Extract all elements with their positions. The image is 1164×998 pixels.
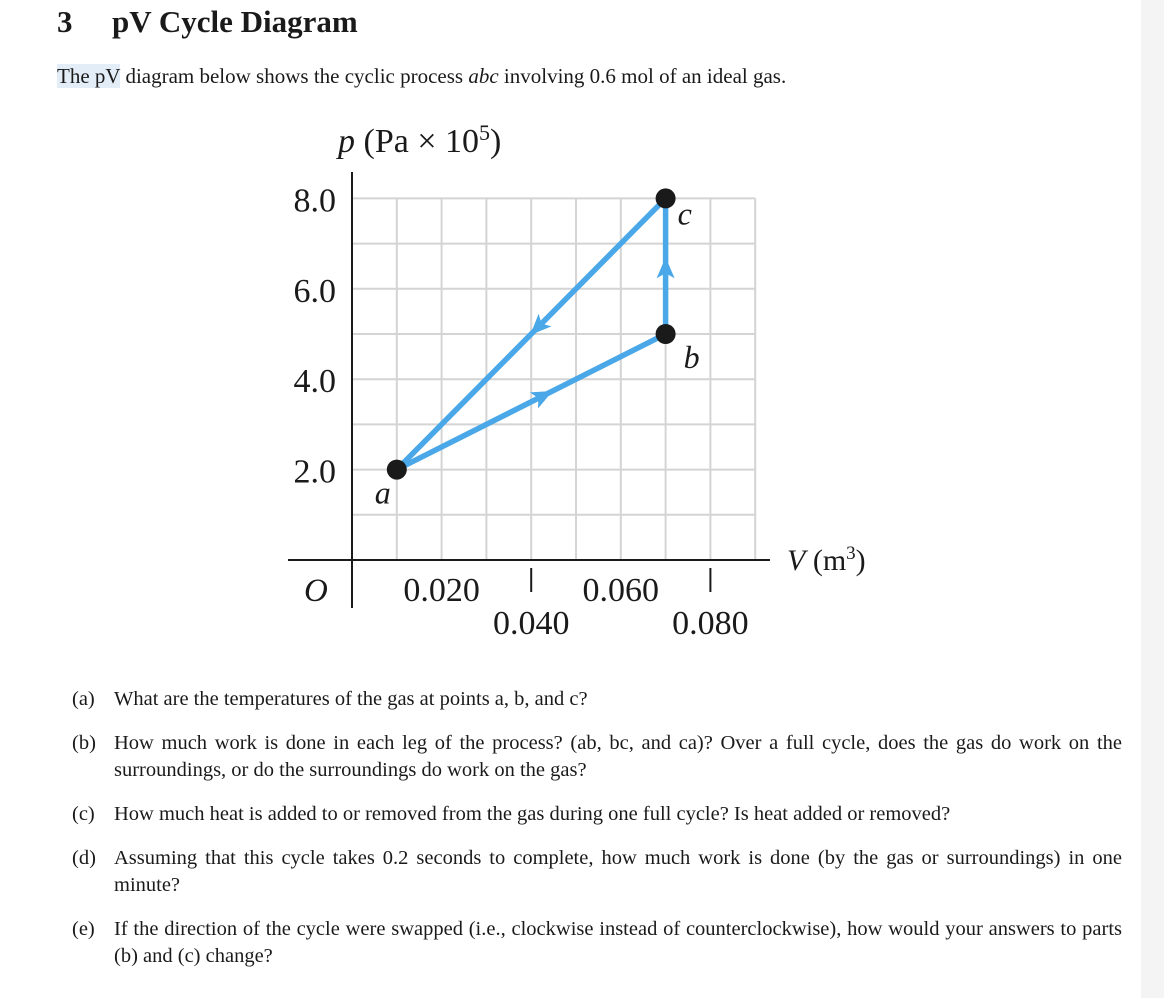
point-label-a: a: [375, 475, 391, 511]
grid-lines: [352, 197, 757, 560]
x-tick-label: 0.020: [403, 572, 480, 609]
section-title: pV Cycle Diagram: [112, 4, 358, 39]
intro-paragraph: The pV diagram below shows the cyclic pr…: [57, 64, 786, 89]
point-label-b: b: [684, 339, 700, 375]
x-tick-label: 0.080: [672, 605, 749, 642]
intro-text-1: diagram below shows the cyclic process: [120, 64, 469, 88]
question-e: (e) If the direction of the cycle were sw…: [72, 916, 1122, 970]
question-b: (b) How much work is done in each leg of …: [72, 730, 1122, 784]
point-c: [655, 188, 676, 209]
section-number: 3: [57, 4, 73, 39]
x-tick-label: 0.060: [583, 572, 660, 609]
y-tick-label: 8.0: [294, 182, 337, 219]
point-b: [655, 324, 676, 344]
question-label: (a): [72, 688, 95, 710]
highlighted-text: The pV: [57, 64, 121, 88]
intro-text-2: involving 0.6 mol of an ideal gas.: [498, 64, 787, 88]
x-axis-label: V (m3): [787, 543, 866, 577]
section-heading: 3 pV Cycle Diagram: [57, 4, 358, 40]
y-tick-label: 6.0: [294, 273, 337, 310]
y-tick-label: 4.0: [294, 363, 337, 400]
question-d: (d) Assuming that this cycle takes 0.2 se…: [72, 845, 1122, 899]
question-text: If the direction of the cycle were swapp…: [114, 918, 1122, 967]
direction-arrows: [529, 257, 675, 409]
question-text: Assuming that this cycle takes 0.2 secon…: [114, 847, 1122, 896]
intro-italic: abc: [468, 64, 499, 88]
question-list: (a) What are the temperatures of the gas …: [72, 686, 1122, 987]
question-label: (d): [72, 847, 96, 869]
y-tick-label: 2.0: [294, 454, 337, 491]
question-label: (c): [72, 803, 95, 825]
question-text: What are the temperatures of the gas at …: [114, 688, 588, 710]
question-c: (c) How much heat is added to or removed …: [72, 801, 1122, 828]
point-label-c: c: [678, 195, 692, 231]
question-label: (b): [72, 732, 96, 754]
arrow-ab: [529, 390, 553, 409]
pv-diagram: p (Pa × 105) V (m3) O 2.0 4.0 6.0 8.0 0.020 0…: [288, 120, 866, 642]
tick-labels: 2.0 4.0 6.0 8.0 0.020 0.040 0.060 0.080: [294, 182, 749, 642]
question-label: (e): [72, 918, 95, 940]
question-a: (a) What are the temperatures of the gas …: [72, 686, 1122, 713]
y-axis-label: p (Pa × 105): [336, 120, 501, 160]
question-text: How much work is done in each leg of the…: [114, 732, 1122, 781]
question-text: How much heat is added to or removed fro…: [114, 803, 951, 825]
origin-label: O: [304, 573, 328, 609]
x-tick-label: 0.040: [493, 605, 570, 642]
axes: [288, 172, 770, 608]
